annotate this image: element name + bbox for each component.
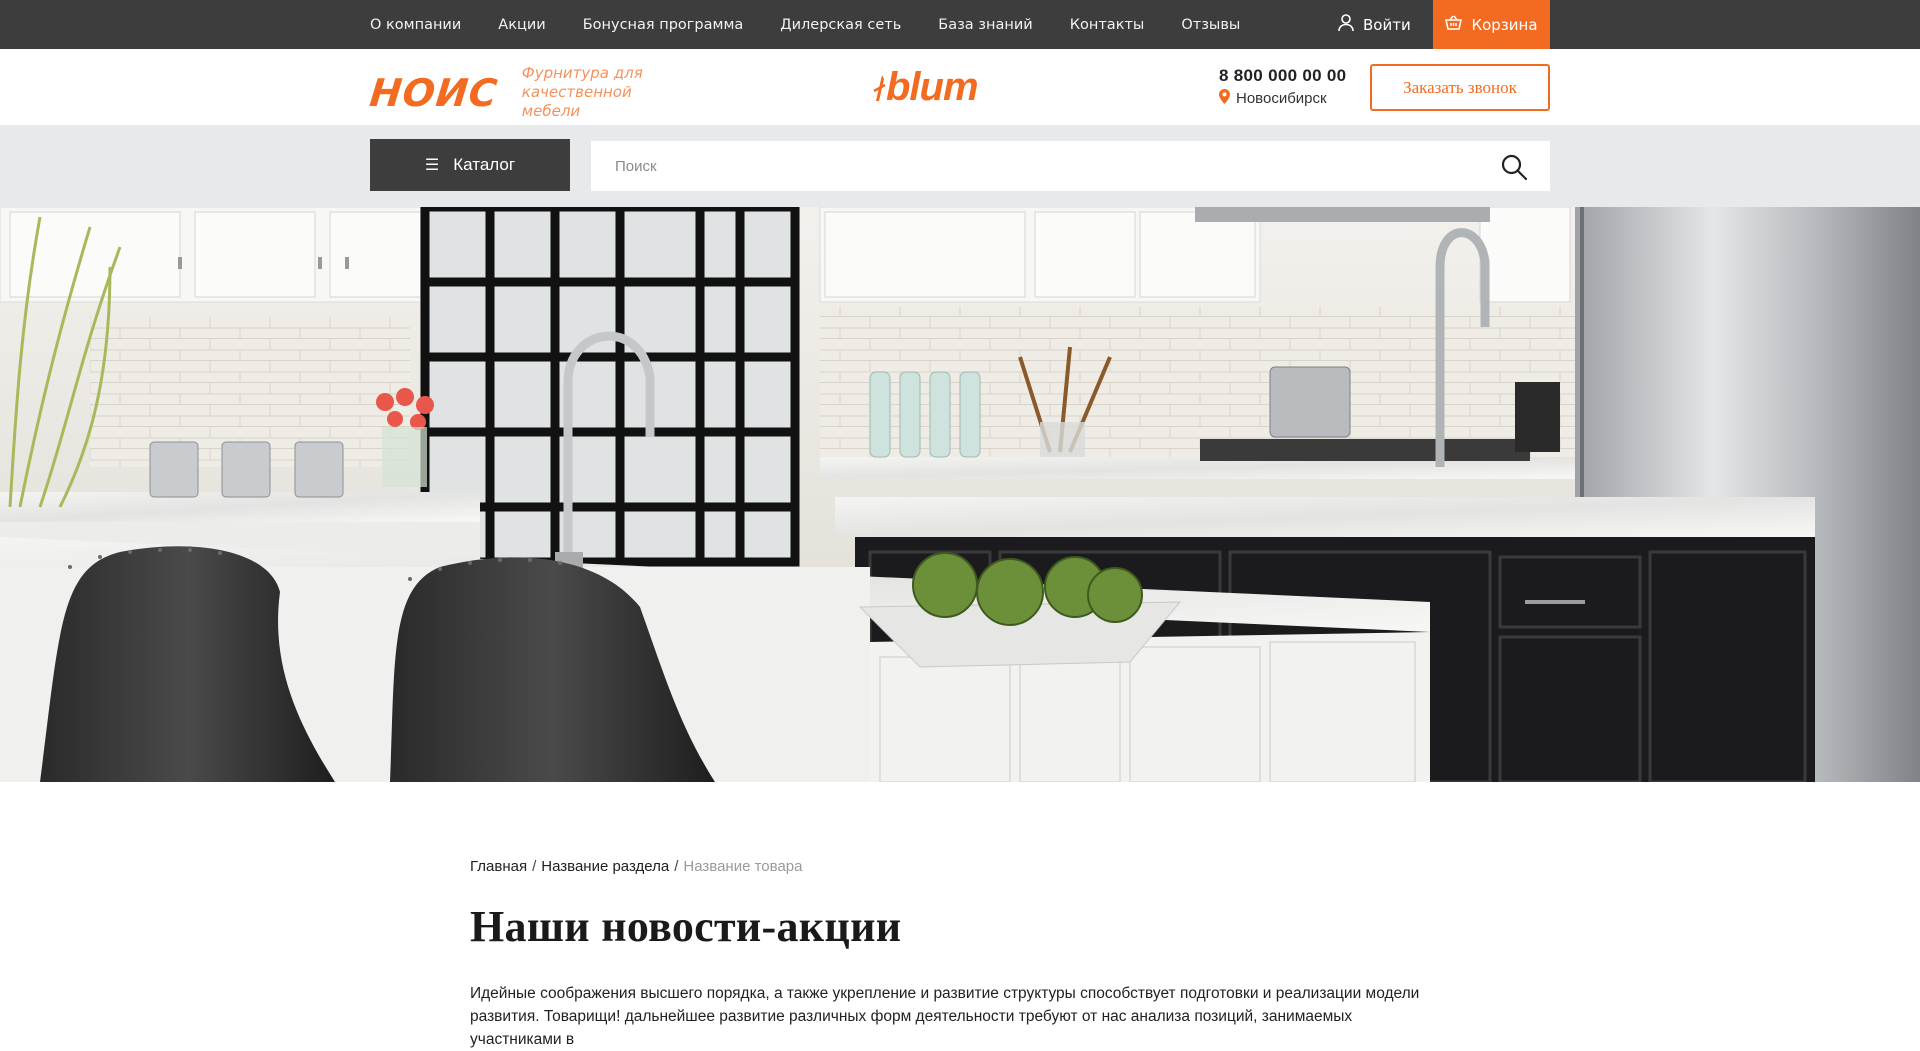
cart-label: Корзина [1471, 15, 1538, 34]
user-icon [1338, 13, 1363, 36]
breadcrumb-home[interactable]: Главная [470, 858, 527, 875]
nav-item-contacts[interactable]: Контакты [1070, 17, 1145, 33]
partner-logo-text: blum [886, 65, 979, 109]
nav-item-dealer-network[interactable]: Дилерская сеть [780, 17, 901, 33]
site-header: НОИС Фурнитура для качественной мебели b… [0, 49, 1920, 125]
phone-number[interactable]: 8 800 000 00 00 [1219, 66, 1346, 86]
nav-item-knowledge-base[interactable]: База знаний [938, 17, 1032, 33]
contact-block: 8 800 000 00 00 Новосибирск [1219, 66, 1346, 108]
hero-banner-image [0, 207, 1920, 782]
hamburger-icon: ☰ [424, 157, 440, 174]
magnifier-icon[interactable] [1500, 153, 1528, 181]
nav-item-reviews[interactable]: Отзывы [1181, 17, 1240, 33]
brand-tagline: Фурнитура для качественной мебели [521, 64, 643, 120]
search-row: ☰ Каталог [0, 125, 1920, 207]
login-label: Войти [1363, 15, 1411, 34]
breadcrumb-separator: / [532, 858, 537, 875]
basket-icon [1445, 15, 1471, 34]
cart-button[interactable]: Корзина [1433, 0, 1550, 49]
brand-name: НОИС [367, 70, 501, 115]
brand-logo[interactable]: НОИС Фурнитура для качественной мебели [367, 64, 692, 121]
login-button[interactable]: Войти [1338, 0, 1411, 49]
callback-button[interactable]: Заказать звонок [1370, 64, 1550, 111]
search-box [591, 141, 1550, 191]
main-content: Главная / Название раздела / Название товара… [470, 858, 1430, 1051]
catalog-button[interactable]: ☰ Каталог [370, 139, 570, 191]
partner-logo-blum[interactable]: blum [872, 65, 979, 109]
location-pin-icon [1219, 89, 1236, 108]
city-selector[interactable]: Новосибирск [1219, 89, 1346, 108]
top-bar: О компании Акции Бонусная программа Диле… [0, 0, 1920, 49]
nav-item-promotions[interactable]: Акции [498, 17, 545, 33]
nav-item-bonus-program[interactable]: Бонусная программа [583, 17, 744, 33]
breadcrumb-section[interactable]: Название раздела [541, 858, 669, 875]
nav-item-about[interactable]: О компании [370, 17, 461, 33]
catalog-label: Каталог [453, 155, 516, 174]
top-navigation: О компании Акции Бонусная программа Диле… [370, 0, 1277, 49]
search-input[interactable] [591, 141, 1471, 191]
page-title: Наши новости-акции [470, 902, 902, 951]
page-lead-text: Идейные соображения высшего порядка, а т… [470, 985, 1420, 1048]
breadcrumb-separator: / [674, 858, 679, 875]
city-name: Новосибирск [1236, 90, 1327, 107]
breadcrumb: Главная / Название раздела / Название товара [470, 858, 1430, 875]
breadcrumb-current: Название товара [683, 858, 803, 875]
blum-mark-icon [873, 75, 886, 101]
